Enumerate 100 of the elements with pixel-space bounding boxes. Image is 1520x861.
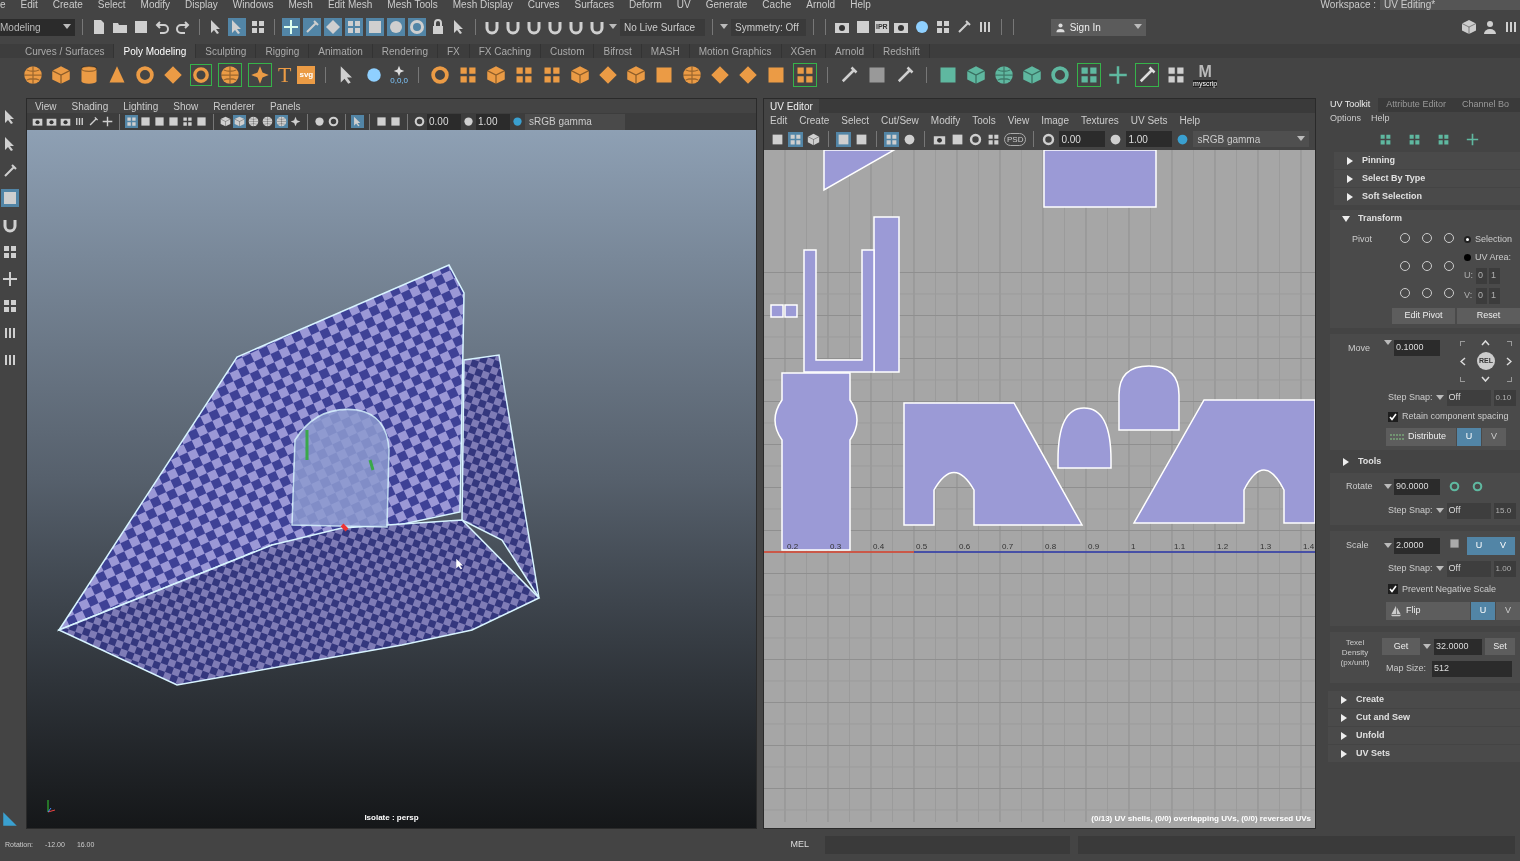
sign-in-button[interactable]: Sign In bbox=[1050, 18, 1146, 36]
bars-icon[interactable] bbox=[73, 115, 86, 128]
axis-toggle[interactable]: V bbox=[1482, 427, 1506, 446]
sphere-icon[interactable] bbox=[993, 64, 1016, 86]
menu-item[interactable]: Deform bbox=[628, 0, 662, 10]
grid-icon[interactable] bbox=[181, 115, 194, 128]
corner-arrow-icon[interactable] bbox=[1506, 376, 1512, 382]
cube-icon[interactable] bbox=[219, 115, 232, 128]
square-icon[interactable] bbox=[836, 131, 851, 147]
exposure-field[interactable]: 0.00 bbox=[1059, 131, 1106, 147]
shelf-tab[interactable]: Poly Modeling bbox=[114, 44, 197, 58]
step-snap-dropdown[interactable]: Off bbox=[1446, 390, 1491, 406]
circle-icon[interactable] bbox=[511, 115, 524, 128]
cylinder-icon[interactable] bbox=[78, 64, 100, 86]
freeze-transform-button[interactable]: 0,0,0 bbox=[390, 65, 409, 85]
grid-icon[interactable] bbox=[884, 131, 899, 147]
star-icon[interactable] bbox=[248, 63, 272, 87]
ring-icon[interactable] bbox=[413, 115, 426, 128]
section-header[interactable]: Unfold bbox=[1328, 727, 1520, 744]
redo-icon[interactable] bbox=[174, 18, 192, 36]
gamma-field[interactable]: 1.00 bbox=[476, 113, 510, 130]
cube-icon[interactable] bbox=[1021, 64, 1044, 86]
panel-title-tab[interactable]: UV Editor bbox=[764, 99, 819, 113]
get-button[interactable]: Get bbox=[1382, 638, 1420, 655]
workspace-dropdown[interactable]: UV Editing* bbox=[1380, 0, 1520, 10]
triangle-icon[interactable] bbox=[0, 809, 20, 829]
cube-icon[interactable] bbox=[50, 64, 72, 86]
sphere-icon[interactable] bbox=[261, 115, 274, 128]
radio-button[interactable] bbox=[1464, 236, 1471, 244]
section-header[interactable]: Pinning bbox=[1334, 152, 1520, 169]
sphere-icon[interactable] bbox=[22, 64, 44, 86]
grid-icon[interactable] bbox=[1, 297, 19, 315]
menu-item[interactable]: Edit Mesh bbox=[327, 0, 373, 10]
panel-menu-item[interactable]: Modify bbox=[930, 113, 961, 128]
live-surface-field[interactable]: No Live Surface bbox=[620, 18, 705, 36]
circle-icon[interactable] bbox=[462, 115, 475, 128]
star-icon[interactable] bbox=[289, 115, 302, 128]
ring-icon[interactable] bbox=[1041, 131, 1057, 147]
pen-icon[interactable] bbox=[87, 115, 100, 128]
menu-item[interactable]: Curves bbox=[527, 0, 560, 10]
cube-icon[interactable] bbox=[1460, 18, 1478, 36]
text-tool-icon[interactable]: T bbox=[278, 64, 292, 86]
sphere-icon[interactable] bbox=[681, 64, 704, 86]
section-header[interactable]: Soft Selection bbox=[1334, 188, 1520, 205]
panel-menu-item[interactable]: Options bbox=[1330, 112, 1362, 126]
step-snap-dropdown[interactable]: Off bbox=[1446, 502, 1491, 519]
symmetry-dropdown[interactable]: Symmetry: Off bbox=[731, 18, 806, 36]
undo-icon[interactable] bbox=[153, 18, 171, 36]
set-button[interactable]: Set bbox=[1485, 638, 1515, 655]
square-icon[interactable] bbox=[139, 115, 152, 128]
panel-menu-item[interactable]: Help bbox=[1371, 112, 1390, 126]
step-value-field[interactable]: 0.10 bbox=[1493, 390, 1516, 406]
section-header[interactable]: Transform bbox=[1330, 210, 1520, 227]
ring-icon[interactable] bbox=[190, 64, 212, 86]
square-icon[interactable] bbox=[854, 18, 872, 36]
cube-icon[interactable] bbox=[569, 64, 592, 86]
ring-icon[interactable] bbox=[968, 131, 983, 147]
axis-toggle[interactable]: U bbox=[1457, 427, 1481, 446]
u-range-field[interactable]: 0 bbox=[1476, 268, 1487, 284]
diamond-icon[interactable] bbox=[162, 64, 184, 86]
square-icon[interactable] bbox=[389, 115, 402, 128]
radio-button[interactable] bbox=[1464, 253, 1471, 261]
menu-item[interactable]: Create bbox=[52, 0, 83, 10]
cube-icon[interactable] bbox=[485, 64, 508, 86]
grid-icon[interactable] bbox=[1, 243, 19, 261]
move-value-field[interactable]: 0.1000 bbox=[1394, 340, 1440, 356]
square-icon[interactable] bbox=[195, 115, 208, 128]
sphere-icon[interactable] bbox=[218, 63, 242, 87]
cube-icon[interactable] bbox=[625, 64, 648, 86]
corner-arrow-icon[interactable] bbox=[1460, 376, 1466, 382]
panel-menu-item[interactable]: UV Sets bbox=[1130, 113, 1168, 128]
menu-item[interactable]: Windows bbox=[232, 0, 274, 10]
map-size-field[interactable]: 512 bbox=[1432, 661, 1513, 677]
rotate-value-field[interactable]: 90.0000 bbox=[1394, 478, 1440, 495]
axis-toggle[interactable]: U bbox=[1467, 536, 1491, 555]
grid-icon[interactable] bbox=[788, 131, 803, 147]
panel-menu-item[interactable]: Panels bbox=[269, 98, 301, 114]
ring-icon[interactable] bbox=[1049, 64, 1072, 86]
panel-menu-item[interactable]: Help bbox=[1179, 113, 1200, 128]
panel-menu-item[interactable]: Show bbox=[173, 98, 199, 114]
panel-menu-item[interactable]: Shading bbox=[71, 98, 109, 114]
section-header[interactable]: Select By Type bbox=[1334, 170, 1520, 187]
panel-menu-item[interactable]: Cut/Sew bbox=[881, 113, 919, 128]
step-value-field[interactable]: 15.0 bbox=[1493, 502, 1516, 519]
cube-icon[interactable] bbox=[965, 64, 988, 86]
ring-icon[interactable] bbox=[429, 64, 452, 86]
panel-menu-item[interactable]: Select bbox=[841, 113, 870, 128]
distribute-button[interactable]: Distribute bbox=[1386, 427, 1456, 446]
panel-menu-item[interactable]: Edit bbox=[770, 113, 788, 128]
checkbox[interactable] bbox=[1388, 411, 1398, 422]
menu-item[interactable]: e bbox=[0, 0, 6, 10]
panel-menu-item[interactable]: View bbox=[1007, 113, 1030, 128]
cube-icon[interactable] bbox=[806, 131, 821, 147]
square-icon[interactable] bbox=[1448, 537, 1461, 551]
menu-item[interactable]: Arnold bbox=[806, 0, 836, 10]
axis-toggle[interactable]: V bbox=[1491, 536, 1515, 555]
axis-toggle[interactable]: U bbox=[1471, 602, 1495, 620]
checkbox[interactable] bbox=[1388, 584, 1398, 595]
corner-arrow-icon[interactable] bbox=[1506, 340, 1512, 346]
square-icon[interactable] bbox=[375, 115, 388, 128]
